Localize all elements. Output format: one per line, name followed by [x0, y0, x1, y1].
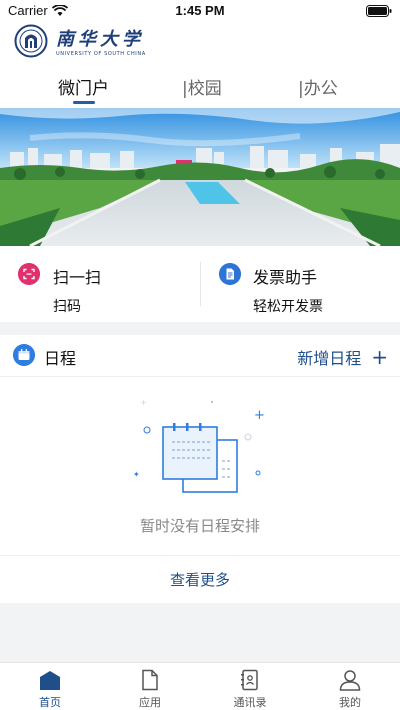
schedule-header: 日程 新增日程 +	[0, 335, 400, 377]
invoice-icon	[219, 263, 241, 285]
tab-indicator	[73, 101, 95, 104]
add-schedule-button[interactable]: 新增日程 +	[297, 345, 388, 369]
logo-subtext: UNIVERSITY OF SOUTH CHINA	[56, 51, 146, 57]
add-schedule-label: 新增日程	[297, 349, 362, 368]
quick-actions: 扫一扫 扫码 发票助手 轻松开发票	[0, 246, 400, 322]
logo-text: 南华大学	[56, 29, 144, 50]
file-icon	[142, 669, 158, 691]
header: 南华大学 UNIVERSITY OF SOUTH CHINA 微门户 |校园 |…	[0, 22, 400, 108]
campus-banner-image	[0, 108, 400, 246]
empty-schedule-illustration: + + ✦	[133, 398, 265, 493]
plus-icon: +	[371, 345, 388, 369]
schedule-card: 日程 新增日程 + + + ✦ 暂时没有日程安排 查看更多	[0, 335, 400, 603]
scan-subtitle: 扫码	[53, 299, 81, 315]
invoice-subtitle: 轻松开发票	[253, 299, 323, 315]
tab-office[interactable]: |办公	[298, 74, 338, 99]
portal-tabs: 微门户 |校园 |办公	[0, 70, 400, 106]
status-bar: Carrier 1:45 PM	[0, 0, 400, 22]
user-icon	[339, 670, 361, 691]
scan-action[interactable]: 扫一扫 扫码	[0, 246, 200, 322]
svg-text:+: +	[254, 408, 265, 423]
status-time: 1:45 PM	[175, 3, 225, 18]
view-more-link[interactable]: 查看更多	[0, 569, 400, 590]
empty-schedule-text: 暂时没有日程安排	[139, 517, 260, 535]
tabbar-profile-label: 我的	[339, 696, 361, 709]
divider	[0, 555, 400, 556]
contacts-icon	[241, 669, 258, 691]
tabbar-home-label: 首页	[39, 696, 61, 709]
invoice-title: 发票助手	[253, 268, 318, 287]
home-icon	[40, 671, 60, 690]
tab-campus[interactable]: |校园	[182, 74, 222, 99]
tabbar-contacts[interactable]: 通讯录	[200, 663, 300, 710]
schedule-title: 日程	[44, 349, 77, 368]
campus-banner[interactable]	[0, 108, 400, 246]
university-logo: 南华大学 UNIVERSITY OF SOUTH CHINA	[14, 24, 146, 58]
tabbar-profile[interactable]: 我的	[300, 663, 400, 710]
bottom-tab-bar: 首页 应用 通讯录 我的	[0, 662, 400, 710]
svg-text:+: +	[140, 398, 147, 407]
svg-text:✦: ✦	[133, 470, 140, 479]
calendar-icon	[13, 344, 35, 366]
tab-micro-portal[interactable]: 微门户	[58, 74, 109, 99]
scan-icon	[18, 263, 40, 285]
tabbar-apps[interactable]: 应用	[100, 663, 200, 710]
scan-title: 扫一扫	[53, 268, 102, 287]
tabbar-apps-label: 应用	[139, 696, 161, 709]
invoice-assistant-action[interactable]: 发票助手 轻松开发票	[201, 246, 400, 322]
tabbar-home[interactable]: 首页	[0, 663, 100, 710]
tabbar-contacts-label: 通讯录	[233, 696, 267, 709]
battery-icon	[366, 5, 392, 17]
